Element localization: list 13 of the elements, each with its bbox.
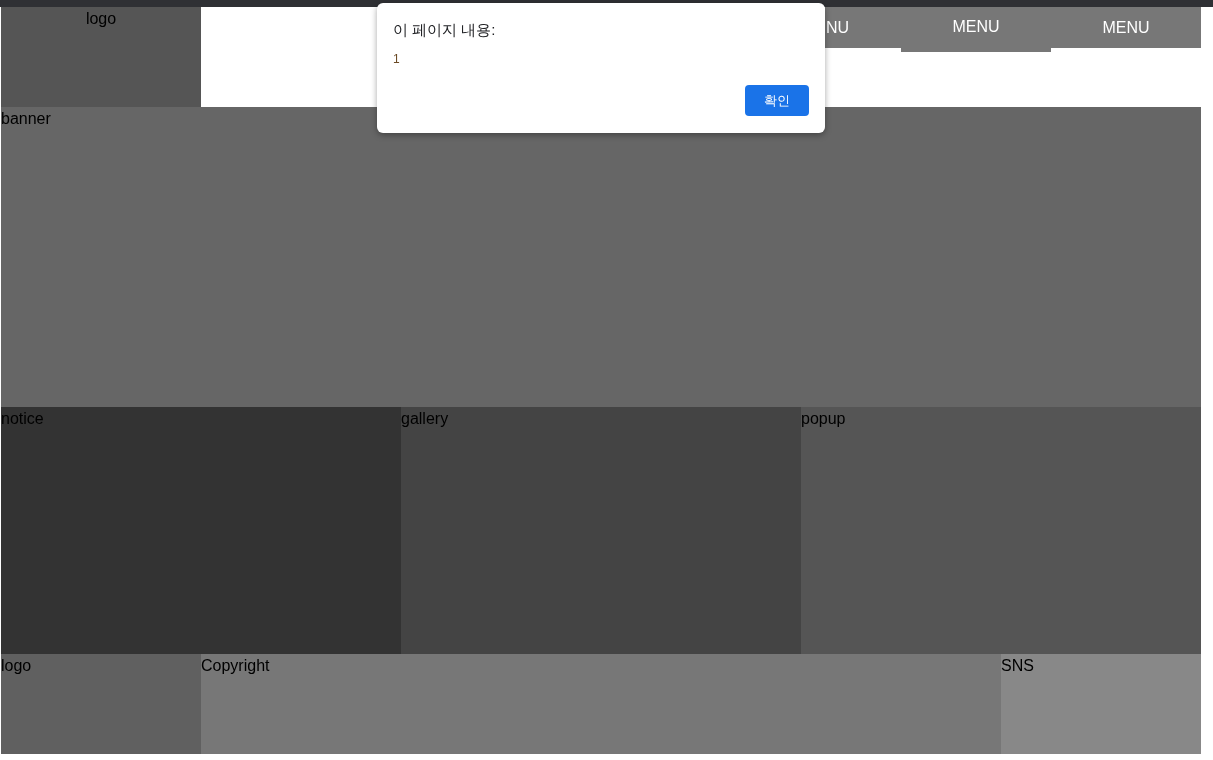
copyright-area: Copyright [201,654,1001,754]
logo-area: logo [1,7,201,107]
menu-item[interactable]: MENU [1051,7,1201,48]
content-section: gallery [401,407,801,654]
confirm-button[interactable]: 확인 [745,85,809,116]
content-section: popup [801,407,1201,654]
footer-logo-area: logo [1,654,201,754]
dialog-title: 이 페이지 내용: [393,20,496,40]
banner-area: banner [1,107,1201,407]
menu-item[interactable]: NU [825,7,901,48]
dialog-message: 1 [393,53,400,65]
menu-item[interactable]: MENU [901,7,1051,52]
sns-area: SNS [1001,654,1201,754]
